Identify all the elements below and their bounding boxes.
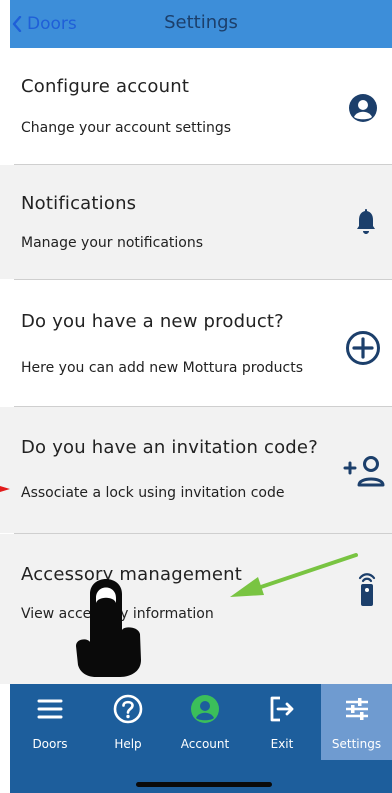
- help-circle-icon: [113, 694, 143, 724]
- user-circle-icon: [191, 695, 219, 723]
- remote-control-icon: [358, 573, 376, 606]
- list-item-accessory-management[interactable]: Accessory management View accessory info…: [0, 534, 392, 684]
- tab-help[interactable]: Help: [96, 684, 160, 760]
- item-subtitle: Here you can add new Mottura products: [21, 360, 304, 376]
- user-circle-icon: [349, 94, 377, 122]
- item-subtitle: Manage your notifications: [21, 235, 204, 251]
- tab-settings[interactable]: Settings: [321, 684, 392, 760]
- tab-account[interactable]: Account: [173, 684, 237, 760]
- list-item-invitation-code[interactable]: Do you have an invitation code? Associat…: [0, 407, 392, 533]
- add-user-icon: [343, 456, 385, 487]
- item-title: Do you have an invitation code?: [21, 437, 318, 458]
- item-title: Notifications: [21, 193, 137, 214]
- navigation-header: Doors Settings: [10, 0, 392, 48]
- list-item-configure-account[interactable]: Configure account Change your account se…: [0, 48, 392, 164]
- home-indicator: [136, 782, 272, 787]
- list-item-notifications[interactable]: Notifications Manage your notifications: [0, 165, 392, 279]
- item-subtitle: Change your account settings: [21, 120, 232, 136]
- tab-label: Account: [180, 737, 230, 751]
- tab-exit[interactable]: Exit: [250, 684, 314, 760]
- tab-label: Exit: [270, 737, 294, 751]
- tab-label: Doors: [32, 737, 68, 751]
- item-title: Configure account: [21, 76, 190, 97]
- bell-icon: [357, 209, 375, 234]
- tab-label: Settings: [331, 737, 382, 751]
- item-subtitle: Associate a lock using invitation code: [21, 485, 285, 501]
- item-title: Accessory management: [21, 564, 242, 585]
- hamburger-icon: [37, 699, 63, 719]
- sliders-icon: [345, 698, 368, 720]
- tab-doors[interactable]: Doors: [18, 684, 82, 760]
- item-subtitle: View accessory information: [21, 606, 214, 622]
- tab-bar: Doors Help Account Exit Settings: [10, 684, 392, 793]
- plus-circle-icon: [346, 331, 380, 365]
- item-title: Do you have a new product?: [21, 311, 284, 332]
- exit-icon: [270, 696, 294, 722]
- tab-label: Help: [114, 737, 142, 751]
- list-item-new-product[interactable]: Do you have a new product? Here you can …: [0, 280, 392, 406]
- page-title: Settings: [164, 12, 238, 33]
